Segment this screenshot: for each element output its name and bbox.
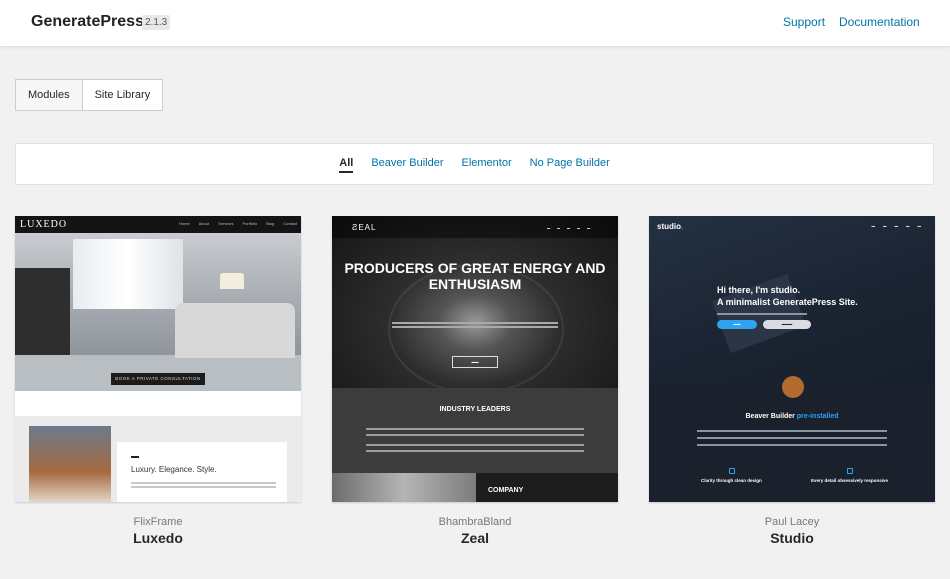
preview-text-line: [697, 437, 887, 439]
studio-preview-feature: Beaver Builder pre-installed: [649, 413, 935, 420]
zeal-preview-section-title: INDUSTRY LEADERS: [439, 406, 511, 413]
hero-line-2: A minimalist GeneratePress Site.: [717, 297, 858, 307]
preview-copy-lines: [131, 482, 276, 484]
preview-lower: Luxury. Elegance. Style.: [15, 416, 301, 502]
preview-menu-item: ▬: [557, 226, 560, 230]
filter-beaver-builder[interactable]: Beaver Builder: [371, 157, 443, 173]
zeal-preview-nav: ƧEAL ▬ ▬ ▬ ▬ ▬: [332, 216, 618, 238]
studio-preview-button-primary: ▬▬: [717, 320, 757, 329]
preview-menu-item: Portfolio: [242, 221, 258, 226]
preview-text-line: [366, 450, 584, 452]
filter-all[interactable]: All: [339, 157, 354, 173]
filter-no-page-builder[interactable]: No Page Builder: [530, 157, 610, 173]
feature-text: Beaver Builder: [745, 413, 795, 420]
sofa-graphic: [175, 303, 295, 358]
preview-subtext-lines: [392, 322, 558, 324]
preview-menu-item: Contact: [283, 221, 297, 226]
preview-menu-item: Blog: [266, 221, 275, 226]
preview-menu: ▬ ▬ ▬ ▬ ▬: [547, 226, 590, 230]
preview-menu-item: About: [198, 221, 210, 226]
zeal-preview-company: COMPANY: [488, 487, 524, 494]
site-author: FlixFrame: [133, 516, 183, 528]
site-thumbnail-luxedo[interactable]: LUXEDO Home About Services Portfolio Blo…: [15, 216, 301, 502]
support-link[interactable]: Support: [783, 15, 825, 29]
tab-modules[interactable]: Modules: [15, 79, 83, 111]
preview-menu-item: Services: [218, 221, 234, 226]
preview-text-line: [697, 430, 887, 432]
preview-text-line: [366, 428, 584, 430]
monitor-icon: [729, 468, 735, 474]
studio-preview-col1: Clarity through clean design: [701, 478, 762, 483]
site-name: Zeal: [460, 530, 489, 546]
mobile-icon: [847, 468, 853, 474]
luxedo-preview-cta: BOOK A PRIVATE CONSULTATION: [111, 373, 205, 385]
filter-elementor[interactable]: Elementor: [461, 157, 511, 173]
version-badge: 2.1.3: [142, 15, 171, 30]
logo-dot: .: [681, 222, 684, 231]
studio-preview-col2: Every detail obsessively responsive: [811, 478, 889, 483]
preview-menu: ▬ ▬ ▬ ▬ ▬: [872, 224, 922, 228]
preview-menu-item: ▬: [577, 226, 580, 230]
site-author: BhambraBland: [438, 516, 512, 528]
preview-text-line: [697, 444, 887, 446]
preview-dash: [131, 456, 139, 458]
preview-section: INDUSTRY LEADERS: [332, 388, 618, 473]
luxedo-preview-tagline: Luxury. Elegance. Style.: [131, 465, 217, 474]
documentation-link[interactable]: Documentation: [839, 15, 920, 29]
studio-preview-nav: studio. ▬ ▬ ▬ ▬ ▬: [649, 216, 935, 236]
preview-menu-item: ▬: [894, 224, 899, 228]
logo-word: studio: [657, 222, 681, 231]
zeal-footer-image: [332, 473, 476, 502]
preview-footer: COMPANY: [332, 473, 618, 502]
site-author: Paul Lacey: [764, 516, 820, 528]
beaver-icon: [782, 376, 804, 398]
filter-bar: All Beaver Builder Elementor No Page Bui…: [15, 143, 934, 185]
hero-line-1: Hi there, I'm studio.: [717, 285, 801, 295]
site-card-luxedo[interactable]: LUXEDO Home About Services Portfolio Blo…: [15, 216, 301, 546]
luxedo-hero-image: [15, 233, 301, 391]
preview-menu-item: ▬: [587, 226, 590, 230]
studio-preview-hero: Hi there, I'm studio. A minimalist Gener…: [717, 284, 858, 308]
preview-text-line: [366, 434, 584, 436]
luxedo-preview-logo: LUXEDO: [20, 219, 68, 230]
top-bar: GeneratePress 2.1.3 Support Documentatio…: [0, 0, 950, 47]
site-name: Studio: [770, 530, 814, 546]
preview-text-line: [717, 313, 807, 315]
studio-preview-logo: studio.: [657, 222, 683, 231]
lamp-graphic: [220, 273, 244, 289]
zeal-preview-logo: ƧEAL: [352, 223, 377, 232]
luxedo-preview-nav: LUXEDO Home About Services Portfolio Blo…: [15, 216, 301, 233]
preview-menu-item: ▬: [871, 224, 876, 228]
site-thumbnail-zeal[interactable]: ƧEAL ▬ ▬ ▬ ▬ ▬ PRODUCERS OF GREAT ENERGY AND…: [332, 216, 618, 502]
preview-menu-item: ▬: [906, 224, 910, 228]
site-card-zeal[interactable]: ƧEAL ▬ ▬ ▬ ▬ ▬ PRODUCERS OF GREAT ENERGY AND…: [332, 216, 618, 546]
preview-menu-item: ▬: [567, 226, 570, 230]
site-card-studio[interactable]: studio. ▬ ▬ ▬ ▬ ▬ Hi there, I'm studio. A mi…: [649, 216, 935, 546]
preview-text-box: Luxury. Elegance. Style.: [117, 442, 287, 502]
preview-menu-item: Home: [179, 221, 190, 226]
luxedo-portrait-image: [29, 426, 111, 502]
feature-accent: pre-installed: [796, 413, 839, 420]
preview-menu-item: ▬: [547, 226, 550, 230]
preview-menu-item: ▬: [917, 224, 922, 228]
studio-preview-button-secondary: ▬▬▬: [763, 320, 811, 329]
window-graphic: [73, 239, 183, 309]
preview-lower: [649, 384, 935, 502]
tab-site-library[interactable]: Site Library: [82, 79, 164, 111]
preview-text-line: [366, 444, 584, 446]
zeal-preview-button: ▬▬: [452, 356, 498, 368]
brand-title: GeneratePress: [31, 13, 144, 30]
site-name: Luxedo: [133, 530, 183, 546]
zeal-preview-headline: PRODUCERS OF GREAT ENERGY AND ENTHUSIASM: [344, 260, 606, 292]
tab-bar: Modules Site Library: [15, 79, 164, 111]
preview-menu-item: ▬: [883, 224, 887, 228]
site-thumbnail-studio[interactable]: studio. ▬ ▬ ▬ ▬ ▬ Hi there, I'm studio. A mi…: [649, 216, 935, 502]
